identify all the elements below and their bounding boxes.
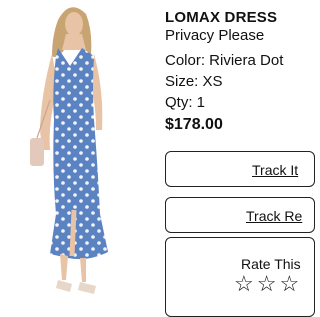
product-title: LOMAX DRESS [165,9,278,26]
model-illustration [30,7,108,294]
product-qty: Qty: 1 [165,94,206,111]
track-item-button[interactable]: Track It [165,151,315,187]
product-price: $178.00 [165,116,223,133]
rate-item-panel: Rate This ☆☆☆ [165,237,315,317]
brand-name: Privacy Please [165,27,265,44]
track-return-label: Track Re [246,208,303,224]
track-item-label: Track It [252,162,299,178]
product-image[interactable] [0,0,160,300]
track-return-button[interactable]: Track Re [165,197,315,233]
product-size: Size: XS [165,73,223,90]
star-rating[interactable]: ☆☆☆ [234,271,302,297]
product-color: Color: Riviera Dot [165,52,284,69]
rate-label: Rate This [241,256,301,272]
